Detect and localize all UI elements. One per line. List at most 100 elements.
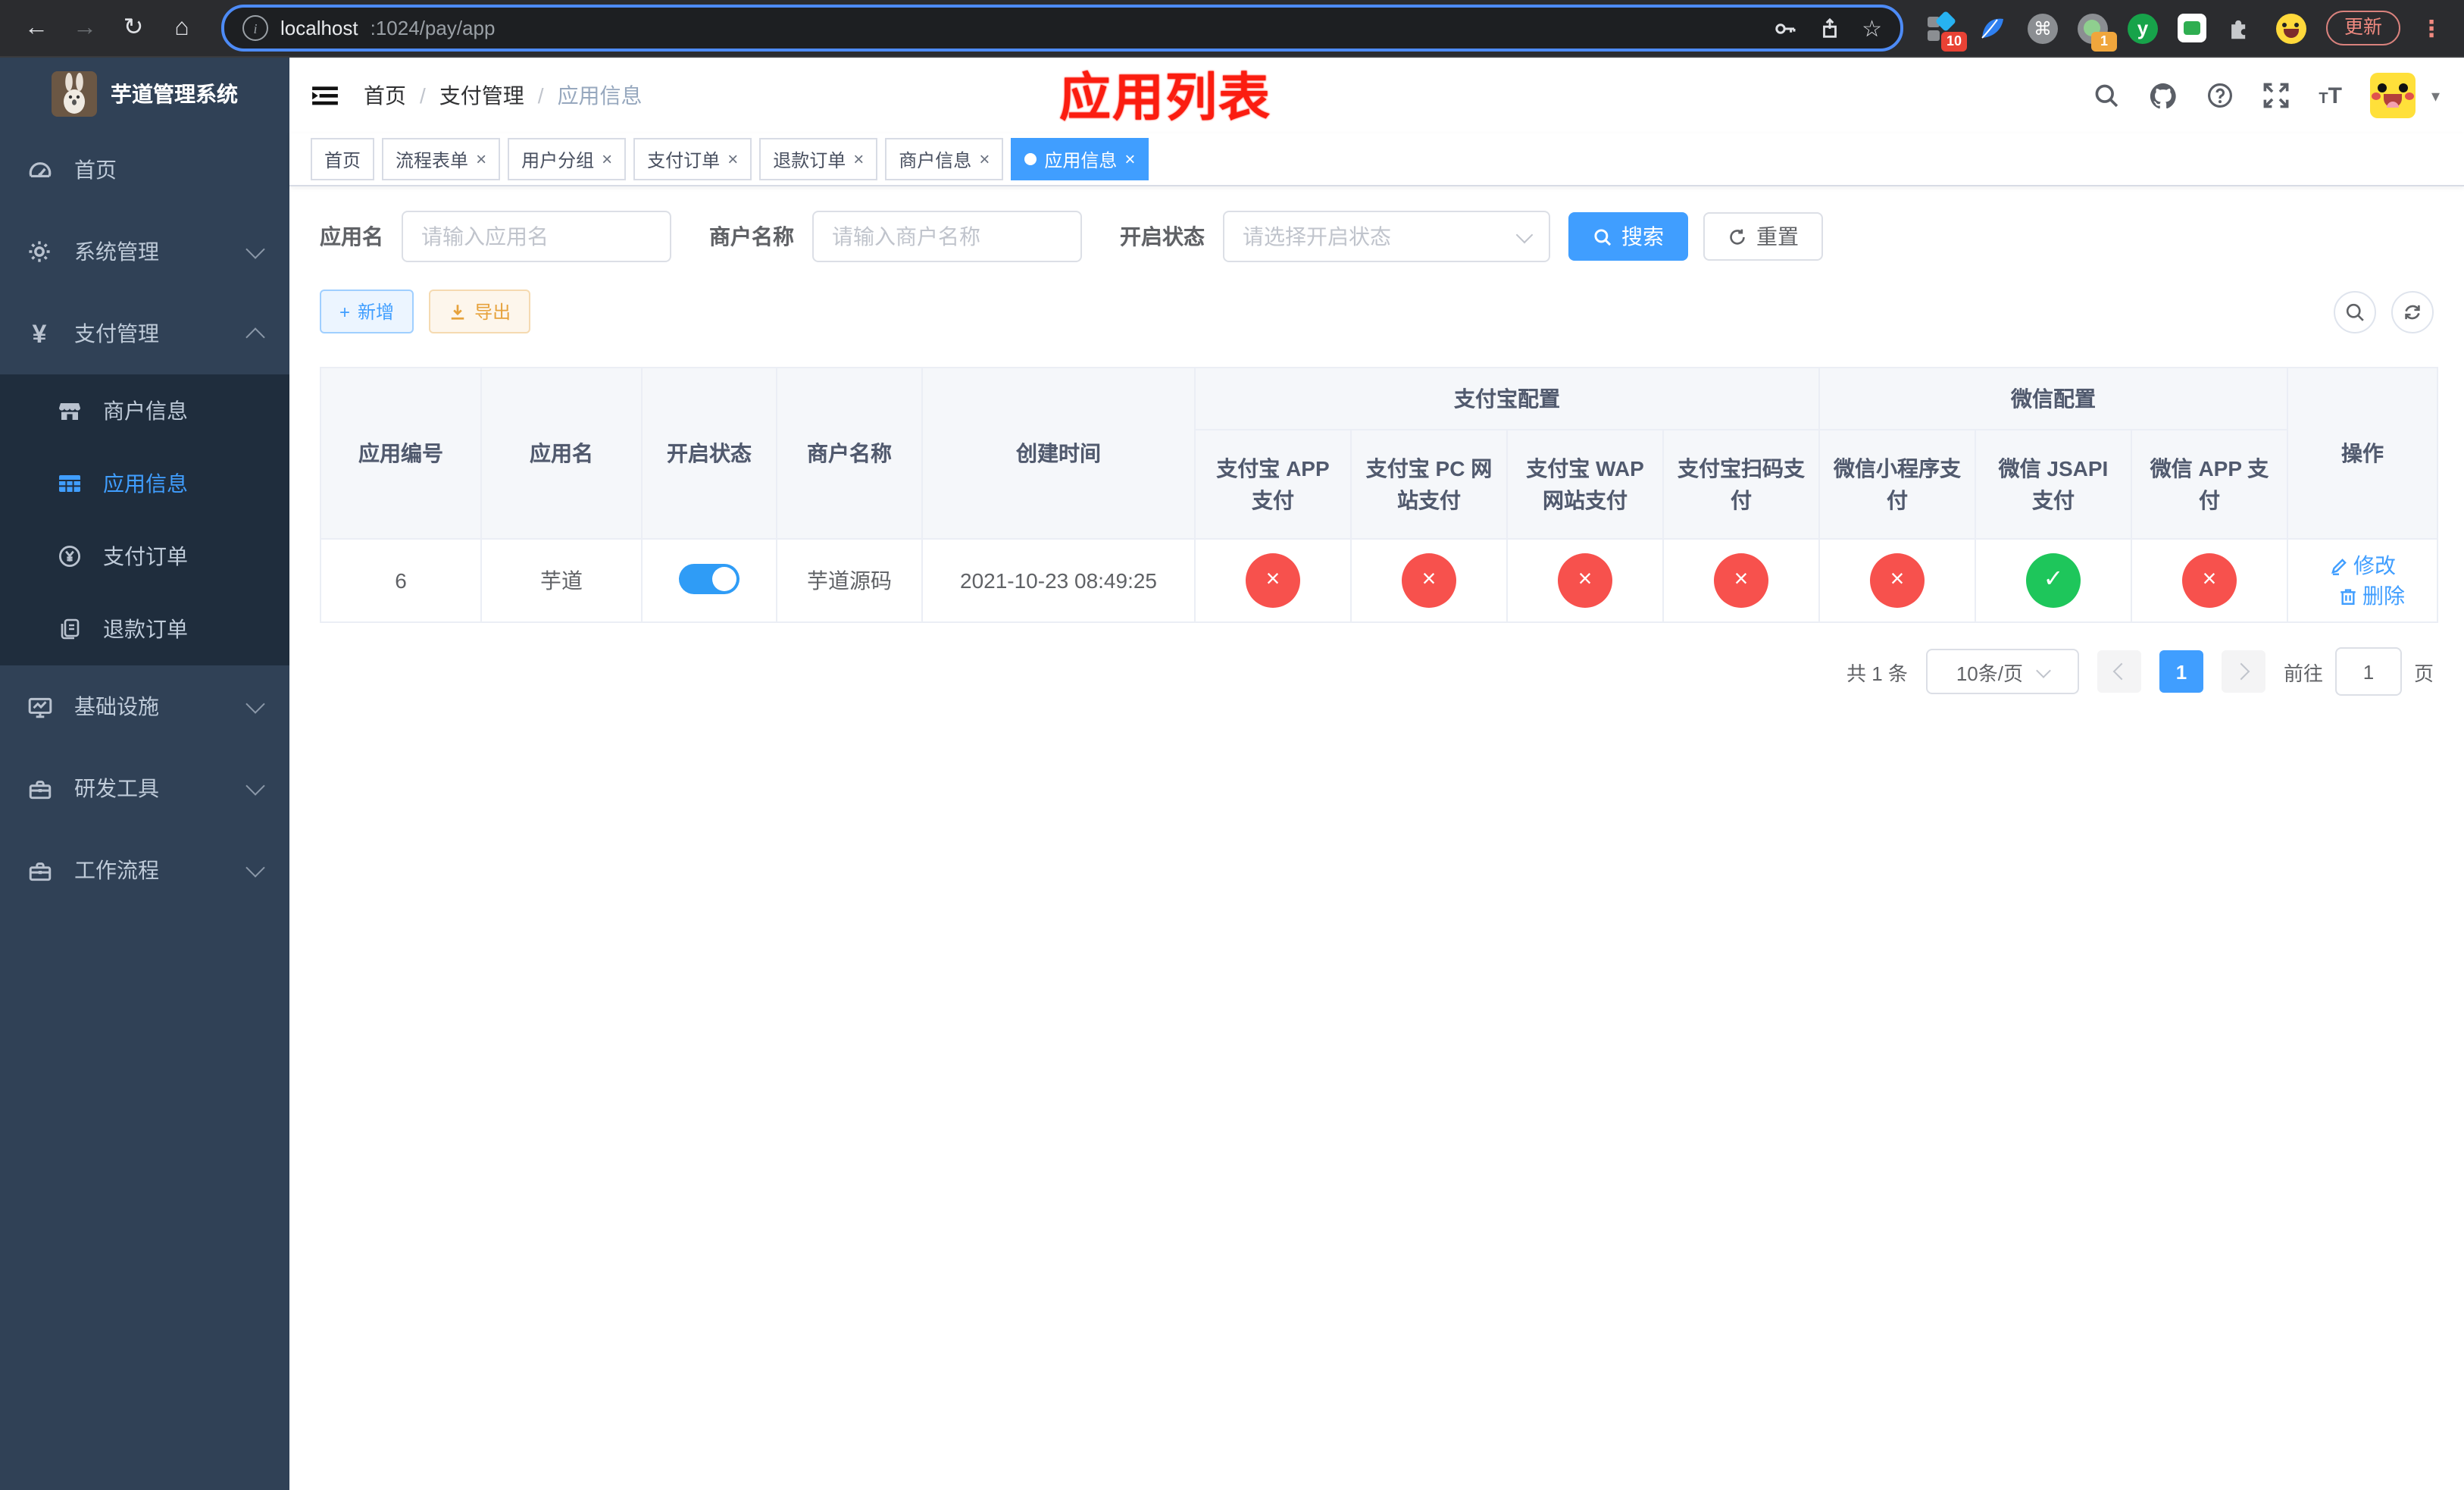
sidebar-item-pay-order[interactable]: 支付订单 bbox=[0, 520, 289, 593]
search-button[interactable]: 搜索 bbox=[1568, 212, 1688, 261]
app-table: 应用编号 应用名 开启状态 商户名称 创建时间 支付宝配置 微信配置 操作 支付… bbox=[320, 367, 2438, 623]
extension-chat-icon[interactable] bbox=[2177, 14, 2206, 42]
disabled-status-icon: × bbox=[1246, 553, 1300, 608]
close-icon[interactable]: × bbox=[476, 149, 486, 170]
disabled-status-icon: × bbox=[1714, 553, 1768, 608]
browser-reload-icon[interactable]: ↻ bbox=[112, 7, 155, 49]
header-search-icon[interactable] bbox=[2093, 82, 2120, 109]
share-icon[interactable] bbox=[1818, 16, 1840, 40]
sidebar-item-refund-order[interactable]: 退款订单 bbox=[0, 593, 289, 665]
toolbox-icon bbox=[26, 775, 53, 801]
site-info-icon[interactable]: i bbox=[242, 15, 268, 41]
tab-pay-order[interactable]: 支付订单 × bbox=[633, 138, 752, 180]
extension-recorder-icon[interactable]: 1 bbox=[2077, 13, 2117, 51]
browser-back-icon[interactable]: ← bbox=[15, 7, 58, 49]
cell-wx-jsapi: ✓ bbox=[1975, 538, 2132, 623]
next-page-button[interactable] bbox=[2221, 650, 2265, 693]
breadcrumb: 首页 / 支付管理 / 应用信息 bbox=[364, 80, 643, 111]
page-size-value: 10条/页 bbox=[1956, 662, 2023, 684]
search-button-label: 搜索 bbox=[1621, 224, 1664, 249]
sidebar-item-label: 应用信息 bbox=[103, 471, 188, 496]
close-icon[interactable]: × bbox=[979, 149, 990, 170]
goto-page-input[interactable] bbox=[2334, 647, 2402, 696]
prev-page-button[interactable] bbox=[2097, 650, 2141, 693]
help-icon[interactable] bbox=[2206, 82, 2234, 109]
group-header-alipay: 支付宝配置 bbox=[1194, 367, 1820, 430]
page-number-active[interactable]: 1 bbox=[2159, 650, 2203, 693]
breadcrumb-home[interactable]: 首页 bbox=[364, 80, 406, 111]
breadcrumb-payment[interactable]: 支付管理 bbox=[439, 80, 524, 111]
sidebar-item-home[interactable]: 首页 bbox=[0, 129, 289, 211]
status-select[interactable]: 请选择开启状态 bbox=[1223, 211, 1550, 262]
sidebar-logo[interactable]: 芋道管理系统 bbox=[0, 58, 289, 129]
tab-process-form[interactable]: 流程表单 × bbox=[382, 138, 501, 180]
export-button[interactable]: 导出 bbox=[429, 290, 531, 333]
cell-operations: 修改 删除 bbox=[2287, 538, 2438, 623]
sidebar-item-payment[interactable]: ¥ 支付管理 bbox=[0, 293, 289, 374]
tab-user-group[interactable]: 用户分组 × bbox=[508, 138, 627, 180]
col-header-operations: 操作 bbox=[2287, 367, 2438, 540]
tab-merchant-info[interactable]: 商户信息 × bbox=[885, 138, 1004, 180]
cell-alipay-app: × bbox=[1194, 538, 1352, 623]
extension-blocks-icon[interactable]: 10 bbox=[1927, 9, 1967, 51]
sidebar-item-workflow[interactable]: 工作流程 bbox=[0, 829, 289, 911]
dashboard-icon bbox=[26, 157, 53, 183]
caret-down-icon[interactable]: ▾ bbox=[2431, 86, 2440, 105]
sidebar-fold-icon[interactable] bbox=[311, 81, 339, 110]
page-size-select[interactable]: 10条/页 bbox=[1925, 649, 2079, 694]
close-icon[interactable]: × bbox=[853, 149, 864, 170]
extension-command-icon[interactable]: ⌘ bbox=[2027, 13, 2058, 43]
github-icon[interactable] bbox=[2149, 81, 2178, 110]
col-header-created: 创建时间 bbox=[921, 367, 1196, 540]
disabled-status-icon: × bbox=[1558, 553, 1612, 608]
reset-button[interactable]: 重置 bbox=[1703, 212, 1823, 261]
sidebar-item-label: 支付管理 bbox=[74, 321, 159, 346]
col-header-wx-jsapi: 微信 JSAPI 支付 bbox=[1975, 429, 2132, 540]
sidebar-item-infrastructure[interactable]: 基础设施 bbox=[0, 665, 289, 747]
sidebar-item-label: 工作流程 bbox=[74, 858, 159, 882]
col-header-merchant: 商户名称 bbox=[776, 367, 923, 540]
app-name-input[interactable] bbox=[402, 211, 671, 262]
chevron-down-icon bbox=[245, 857, 265, 877]
extensions-puzzle-icon[interactable] bbox=[2226, 13, 2256, 43]
browser-home-icon[interactable]: ⌂ bbox=[161, 7, 203, 49]
sidebar-item-dev-tools[interactable]: 研发工具 bbox=[0, 747, 289, 829]
password-key-icon[interactable] bbox=[1772, 16, 1796, 40]
close-icon[interactable]: × bbox=[602, 149, 612, 170]
app-name-label: 应用名 bbox=[320, 224, 383, 249]
chevron-down-icon bbox=[245, 693, 265, 713]
font-size-icon[interactable]: TT bbox=[2319, 84, 2342, 107]
profile-emoji-avatar[interactable] bbox=[2275, 13, 2306, 43]
sidebar-item-system[interactable]: 系统管理 bbox=[0, 211, 289, 293]
chevron-right-icon bbox=[2232, 662, 2250, 681]
close-icon[interactable]: × bbox=[1124, 149, 1135, 170]
extension-y-icon[interactable]: y bbox=[2127, 13, 2158, 43]
cell-wx-mini: × bbox=[1818, 538, 1976, 623]
bookmark-star-icon[interactable]: ☆ bbox=[1862, 14, 1882, 42]
page-content: 应用名 商户名称 开启状态 请选择开启状态 bbox=[289, 186, 2464, 1490]
sidebar-item-merchant-info[interactable]: 商户信息 bbox=[0, 374, 289, 447]
status-toggle-on[interactable] bbox=[679, 563, 740, 593]
fullscreen-icon[interactable] bbox=[2262, 82, 2290, 109]
grid-table-icon bbox=[58, 471, 82, 496]
tab-home[interactable]: 首页 bbox=[311, 138, 375, 180]
extension-sail-icon[interactable] bbox=[1978, 13, 2008, 43]
browser-forward-icon[interactable]: → bbox=[64, 7, 106, 49]
browser-update-button[interactable]: 更新 bbox=[2325, 11, 2400, 45]
sidebar-item-label: 支付订单 bbox=[103, 544, 188, 568]
refresh-table-button[interactable] bbox=[2391, 290, 2434, 333]
gear-icon bbox=[26, 239, 53, 264]
delete-link[interactable]: 删除 bbox=[2338, 581, 2405, 611]
sidebar-item-app-info[interactable]: 应用信息 bbox=[0, 447, 289, 520]
add-button[interactable]: + 新增 bbox=[320, 290, 414, 333]
tab-refund-order[interactable]: 退款订单 × bbox=[759, 138, 878, 180]
address-bar[interactable]: i localhost :1024/pay/app ☆ bbox=[221, 5, 1903, 52]
show-search-button[interactable] bbox=[2334, 290, 2376, 333]
edit-link[interactable]: 修改 bbox=[2329, 550, 2396, 581]
merchant-name-input[interactable] bbox=[812, 211, 1082, 262]
tab-app-info-active[interactable]: 应用信息 × bbox=[1011, 138, 1149, 180]
browser-menu-icon[interactable]: ⋮ bbox=[2420, 14, 2443, 42]
payment-submenu: 商户信息 应用信息 支付订单 退款订单 bbox=[0, 374, 289, 665]
close-icon[interactable]: × bbox=[727, 149, 738, 170]
user-avatar[interactable] bbox=[2370, 73, 2416, 118]
